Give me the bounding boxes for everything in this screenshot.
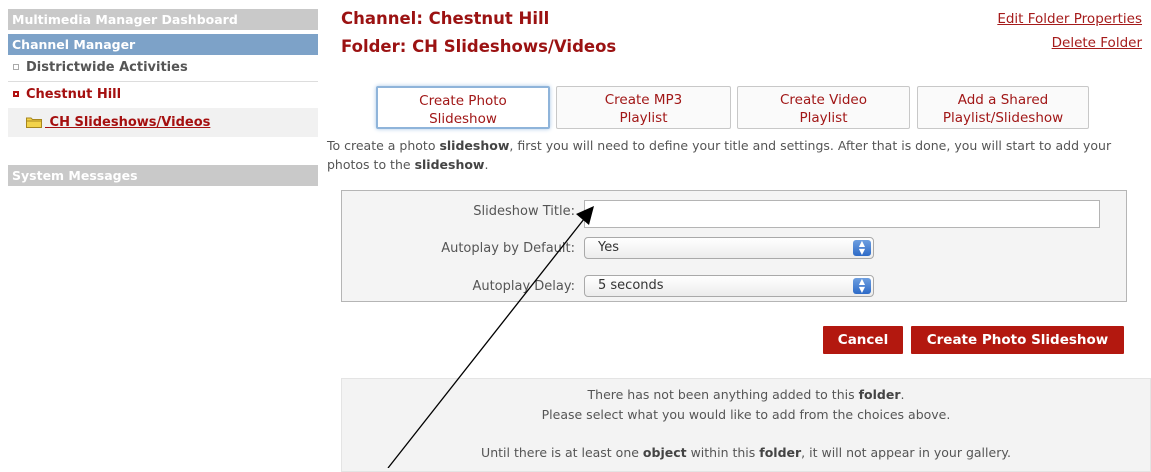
tab-add-shared-playlist[interactable]: Add a Shared Playlist/Slideshow <box>917 86 1089 129</box>
notice-line-3: Until there is at least one object withi… <box>481 445 1011 460</box>
tab-create-photo-slideshow[interactable]: Create Photo Slideshow <box>376 86 550 129</box>
sidebar-item-chestnut-hill[interactable]: Chestnut Hill <box>8 82 318 108</box>
cancel-button[interactable]: Cancel <box>823 326 903 354</box>
tab-create-video-playlist[interactable]: Create Video Playlist <box>737 86 910 129</box>
autoplay-default-row: Autoplay by Default: Yes ▲ ▼ <box>342 237 1126 261</box>
slideshow-title-input[interactable] <box>584 200 1100 228</box>
slideshow-settings-form: Slideshow Title: Autoplay by Default: Ye… <box>341 190 1127 302</box>
autoplay-delay-select[interactable]: 5 seconds ▲ ▼ <box>584 275 874 297</box>
select-stepper-icon: ▲ ▼ <box>853 278 871 294</box>
tab-label-line2: Slideshow <box>429 111 497 127</box>
autoplay-delay-value: 5 seconds <box>598 278 664 293</box>
autoplay-default-value: Yes <box>598 240 619 255</box>
slideshow-title-row: Slideshow Title: <box>342 200 1126 228</box>
tab-create-mp3-playlist[interactable]: Create MP3 Playlist <box>556 86 731 129</box>
autoplay-delay-label: Autoplay Delay: <box>472 279 575 294</box>
edit-folder-properties-link[interactable]: Edit Folder Properties <box>997 11 1142 27</box>
tab-label-line2: Playlist <box>799 110 848 126</box>
bullet-icon <box>13 64 19 70</box>
tab-label-line1: Create MP3 <box>604 92 683 108</box>
channel-title: Channel: Chestnut Hill <box>341 9 550 28</box>
sidebar-dashboard-header[interactable]: Multimedia Manager Dashboard <box>8 9 318 30</box>
folder-icon <box>26 110 42 139</box>
tab-label-line1: Create Photo <box>419 93 507 109</box>
autoplay-delay-row: Autoplay Delay: 5 seconds ▲ ▼ <box>342 275 1126 299</box>
folder-title: Folder: CH Slideshows/Videos <box>341 37 617 56</box>
create-photo-slideshow-button[interactable]: Create Photo Slideshow <box>911 326 1124 354</box>
sidebar-item-label: Districtwide Activities <box>26 60 188 75</box>
tab-label-line2: Playlist <box>619 110 668 126</box>
empty-folder-notice: There has not been anything added to thi… <box>341 378 1151 472</box>
main-content: Channel: Chestnut Hill Folder: CH Slides… <box>327 0 1151 472</box>
sidebar-item-districtwide-activities[interactable]: Districtwide Activities <box>8 55 318 82</box>
sidebar-subitem-label: CH Slideshows/Videos <box>49 115 211 130</box>
delete-folder-link[interactable]: Delete Folder <box>1052 35 1142 51</box>
notice-line-1: There has not been anything added to thi… <box>587 387 905 402</box>
tab-label-line1: Add a Shared <box>957 92 1049 108</box>
tab-label-line1: Create Video <box>780 92 867 108</box>
sidebar: Multimedia Manager Dashboard Channel Man… <box>8 9 318 186</box>
notice-line-2: Please select what you would like to add… <box>541 407 951 422</box>
tab-label-line2: Playlist/Slideshow <box>942 110 1064 126</box>
autoplay-default-label: Autoplay by Default: <box>441 241 575 256</box>
sidebar-system-messages-header[interactable]: System Messages <box>8 165 318 186</box>
sidebar-channel-manager-header[interactable]: Channel Manager <box>8 34 318 55</box>
bullet-icon <box>13 91 19 97</box>
autoplay-default-select[interactable]: Yes ▲ ▼ <box>584 237 874 259</box>
slideshow-title-label: Slideshow Title: <box>473 204 575 219</box>
sidebar-subitem-ch-slideshows-videos[interactable]: CH Slideshows/Videos <box>8 108 318 137</box>
create-slideshow-description: To create a photo slideshow, first you w… <box>327 138 1112 172</box>
sidebar-item-label: Chestnut Hill <box>26 87 122 102</box>
select-stepper-icon: ▲ ▼ <box>853 240 871 256</box>
